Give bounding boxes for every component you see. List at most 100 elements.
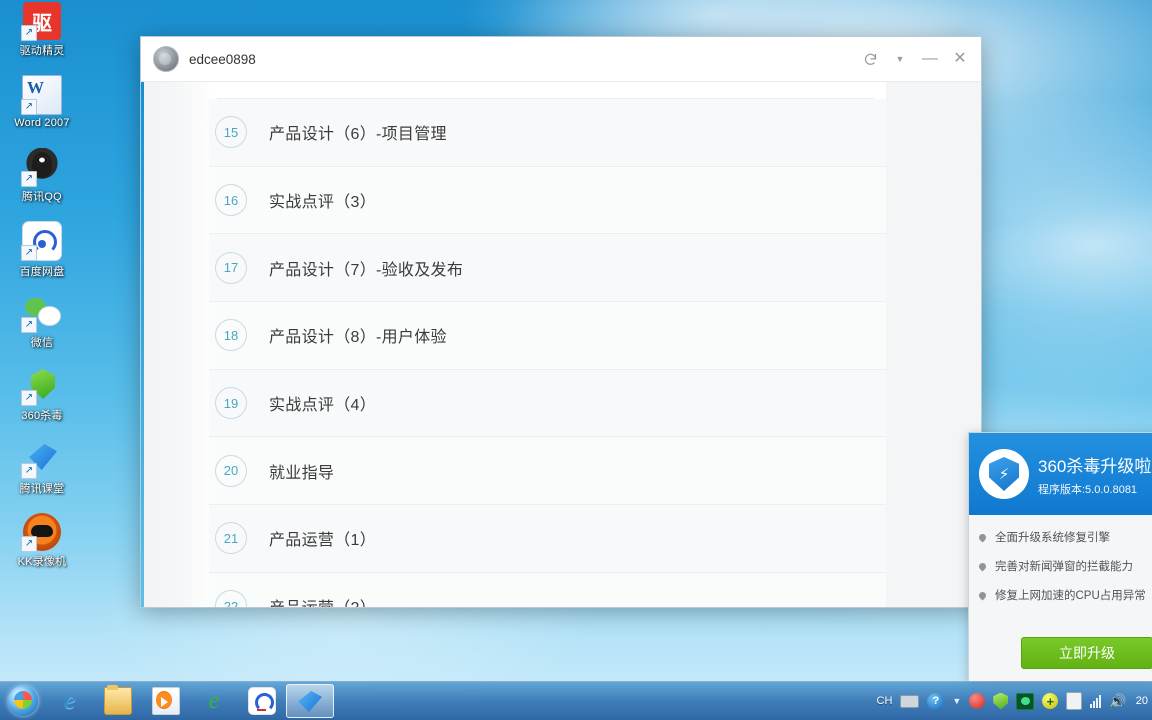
taskbar-item-tencent-ketang[interactable] — [286, 684, 334, 718]
list-item[interactable]: 21 产品运营（1） — [209, 505, 886, 573]
minimize-button[interactable]: — — [915, 44, 945, 74]
desktop-icon-tencent-qq[interactable]: 腾讯QQ — [0, 146, 84, 219]
feature-text: 全面升级系统修复引擎 — [995, 532, 1110, 544]
taskbar-item-file-explorer[interactable] — [94, 682, 142, 720]
lesson-number: 16 — [215, 184, 247, 217]
popup-header: 360杀毒升级啦 程序版本:5.0.0.8081 — [969, 433, 1152, 515]
lesson-number: 15 — [215, 116, 247, 149]
baidu-netdisk-icon — [248, 687, 276, 715]
tencent-ketang-icon — [297, 688, 323, 714]
window-body: 15 产品设计（6）-项目管理 16 实战点评（3） 17 产品设计（7）-验收… — [141, 82, 981, 607]
360-browser-icon — [201, 688, 227, 714]
desktop-icon-label: 360杀毒 — [21, 410, 63, 422]
desktop-icon-driver-genius[interactable]: 驱动精灵 — [0, 0, 84, 73]
taskbar-item-baidu-netdisk[interactable] — [238, 682, 286, 720]
tencent-qq-icon — [21, 148, 61, 187]
popup-footer: 立即升级 — [969, 625, 1152, 681]
desktop-icon-label: 微信 — [30, 337, 54, 349]
keyboard-icon[interactable] — [900, 694, 920, 708]
list-item[interactable]: 20 就业指导 — [209, 437, 886, 506]
list-item[interactable]: 16 实战点评（3） — [209, 166, 886, 235]
desktop-icon-label: 腾讯课堂 — [19, 483, 65, 495]
list-item[interactable]: 19 实战点评（4） — [209, 369, 886, 438]
desktop-icon-tencent-ketang[interactable]: 腾讯课堂 — [0, 438, 84, 511]
360-shield-icon[interactable] — [993, 692, 1009, 710]
360-upgrade-popup[interactable]: 360杀毒升级啦 程序版本:5.0.0.8081 全面升级系统修复引擎 完善对新… — [968, 432, 1152, 682]
desktop-icon-label: 百度网盘 — [19, 266, 65, 278]
signal-bars-icon[interactable] — [1090, 694, 1102, 708]
lesson-title: 产品设计（6）-项目管理 — [269, 126, 447, 144]
lesson-title: 产品运营（1） — [269, 532, 376, 550]
network-monitor-icon[interactable] — [1016, 692, 1035, 710]
update-plus-icon[interactable] — [1042, 693, 1059, 709]
list-item: 修复上网加速的CPU占用异常 — [979, 587, 1152, 603]
shield-bolt-icon — [979, 449, 1029, 499]
taskbar: CH ? ▼ 🔊 20 — [0, 681, 1152, 720]
help-icon[interactable]: ? — [927, 692, 945, 710]
desktop-icon-baidu-netdisk[interactable]: 百度网盘 — [0, 219, 84, 292]
desktop-icon-label: 驱动精灵 — [19, 45, 65, 57]
popup-title: 360杀毒升级啦 — [1038, 456, 1152, 476]
desktop-icon-label: Word 2007 — [14, 117, 70, 129]
windows-media-player-icon — [152, 687, 180, 715]
internet-explorer-icon — [57, 688, 83, 714]
list-item: 完善对新闻弹窗的拦截能力 — [979, 558, 1152, 574]
baidu-netdisk-icon — [21, 221, 62, 261]
desktop-icon-label: KK录像机 — [17, 556, 67, 568]
taskbar-item-internet-explorer[interactable] — [46, 682, 94, 720]
right-gutter — [886, 82, 981, 607]
driver-genius-icon — [21, 2, 61, 41]
start-button[interactable] — [0, 682, 46, 720]
volume-icon[interactable]: 🔊 — [1109, 694, 1126, 708]
lesson-list: 15 产品设计（6）-项目管理 16 实战点评（3） 17 产品设计（7）-验收… — [209, 99, 886, 607]
popup-feature-list: 全面升级系统修复引擎 完善对新闻弹窗的拦截能力 修复上网加速的CPU占用异常 — [969, 515, 1152, 603]
360-antivirus-icon — [21, 367, 61, 406]
lesson-title: 实战点评（3） — [269, 194, 376, 212]
desktop-icon-label: 腾讯QQ — [22, 191, 62, 203]
lesson-title: 产品运营（2） — [269, 594, 376, 607]
taskbar-item-360-browser[interactable] — [190, 682, 238, 720]
lesson-number: 22 — [215, 590, 247, 607]
avatar[interactable] — [153, 46, 179, 72]
word-2007-icon — [21, 75, 62, 115]
partial-row-top — [217, 82, 874, 99]
desktop-icon-360-antivirus[interactable]: 360杀毒 — [0, 365, 84, 438]
list-item[interactable]: 22 产品运营（2） — [209, 572, 886, 607]
tencent-ketang-window: edcee0898 ▼ — ✕ 15 产品设计（6）-项目管理 16 实战点评（… — [140, 36, 982, 608]
upgrade-now-button[interactable]: 立即升级 — [1021, 637, 1152, 669]
lesson-list-panel[interactable]: 15 产品设计（6）-项目管理 16 实战点评（3） 17 产品设计（7）-验收… — [209, 82, 886, 607]
window-titlebar: edcee0898 ▼ — ✕ — [141, 37, 981, 82]
tencent-ketang-icon — [21, 440, 61, 479]
ime-indicator[interactable]: CH — [877, 695, 893, 707]
popup-header-text: 360杀毒升级啦 程序版本:5.0.0.8081 — [1038, 452, 1151, 497]
list-item[interactable]: 17 产品设计（7）-验收及发布 — [209, 234, 886, 303]
lesson-number: 21 — [215, 522, 247, 555]
bullet-icon — [979, 563, 986, 570]
desktop-icon-word-2007[interactable]: Word 2007 — [0, 73, 84, 146]
clock[interactable]: 20 — [1136, 695, 1148, 707]
bullet-icon — [979, 534, 986, 541]
lesson-title: 产品设计（8）-用户体验 — [269, 329, 447, 347]
lesson-number: 18 — [215, 319, 247, 352]
system-tray: CH ? ▼ 🔊 20 — [873, 682, 1152, 720]
feature-text: 完善对新闻弹窗的拦截能力 — [995, 561, 1133, 573]
list-item[interactable]: 15 产品设计（6）-项目管理 — [209, 99, 886, 167]
window-controls: ▼ — ✕ — [855, 44, 975, 74]
lesson-title: 产品设计（7）-验收及发布 — [269, 261, 464, 279]
clipboard-icon[interactable] — [1066, 692, 1083, 710]
refresh-icon[interactable] — [855, 44, 885, 74]
lesson-number: 20 — [215, 454, 247, 487]
windows-start-orb-icon — [8, 686, 38, 716]
desktop-icon-wechat[interactable]: 微信 — [0, 292, 84, 365]
wechat-icon — [21, 294, 61, 333]
notification-red-icon[interactable] — [969, 693, 986, 709]
list-item[interactable]: 18 产品设计（8）-用户体验 — [209, 302, 886, 370]
close-button[interactable]: ✕ — [945, 44, 975, 74]
chevron-down-icon[interactable]: ▼ — [885, 44, 915, 74]
file-explorer-icon — [104, 685, 132, 715]
lesson-title: 就业指导 — [269, 464, 335, 482]
show-hidden-icons-icon[interactable]: ▼ — [952, 696, 961, 706]
lesson-title: 实战点评（4） — [269, 397, 376, 415]
taskbar-item-media-player[interactable] — [142, 682, 190, 720]
desktop-icon-kk-recorder[interactable]: KK录像机 — [0, 511, 84, 584]
